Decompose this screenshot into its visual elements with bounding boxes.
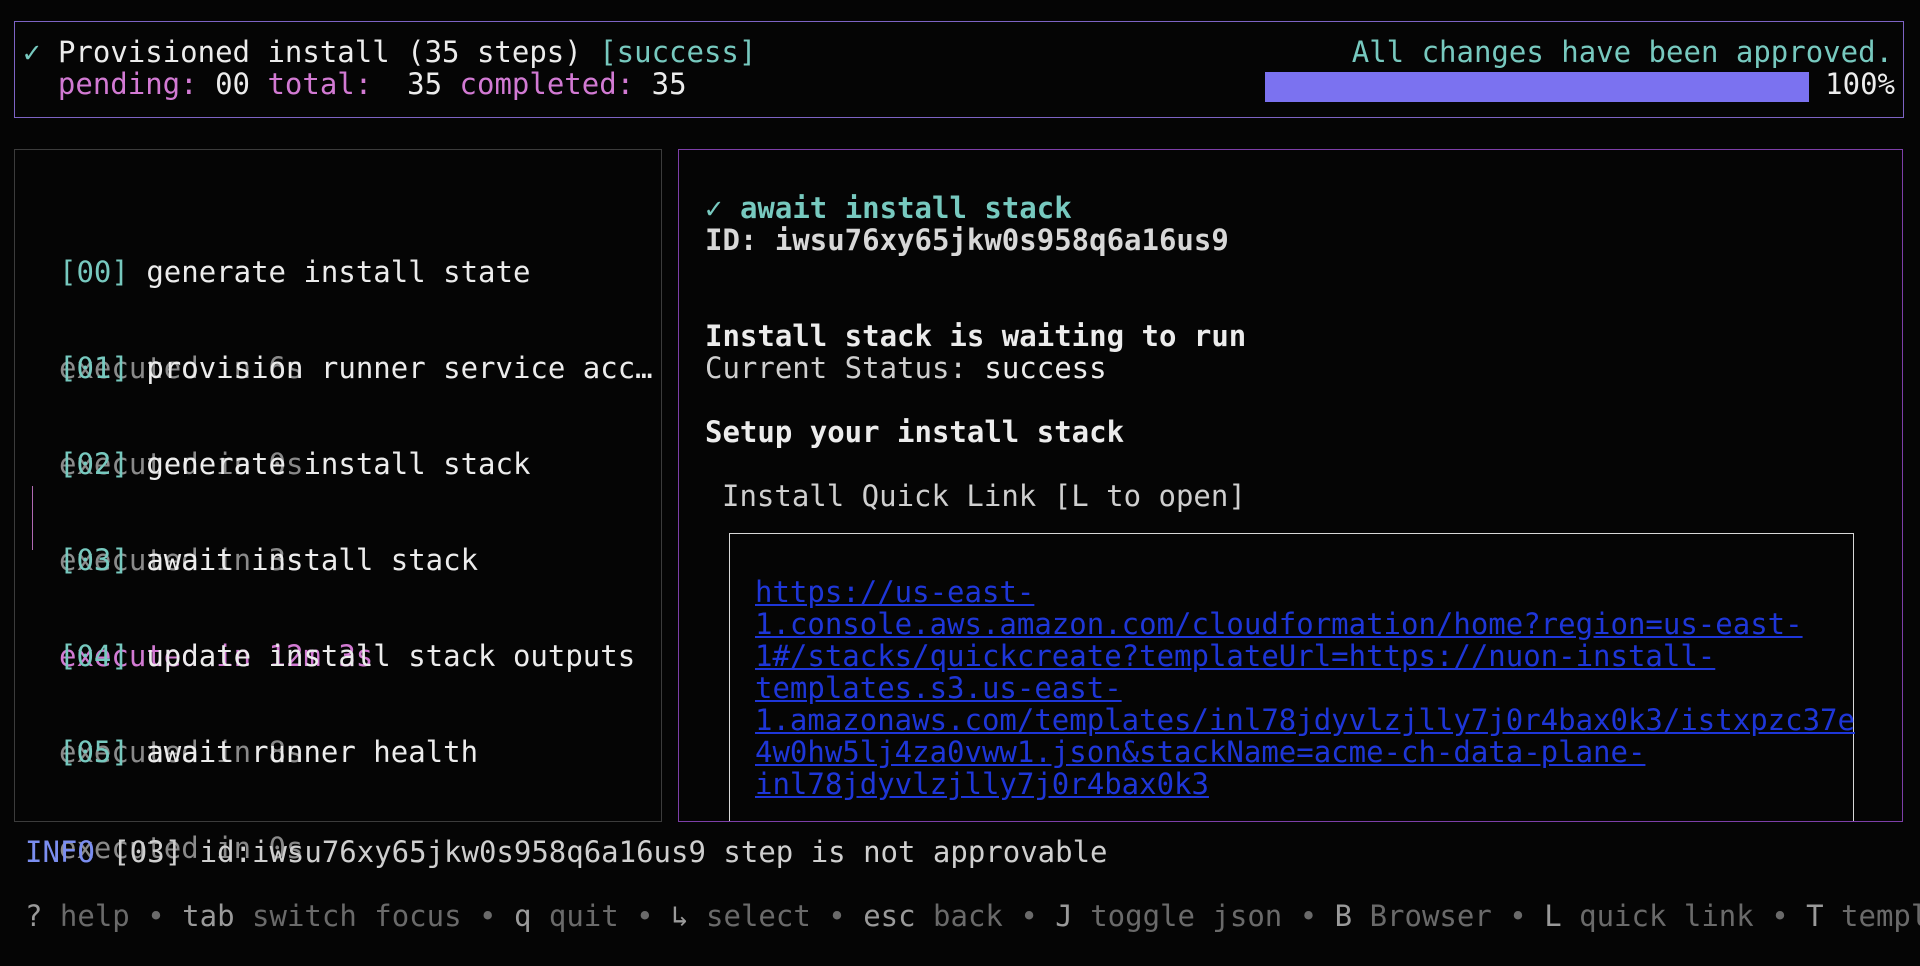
header-title: Provisioned install (35 steps) [57,35,582,69]
header-status: [success] [599,35,757,69]
step-index: [04] [59,639,129,673]
step-index: [03] [59,543,129,577]
success-check-icon: ✓ [705,191,723,225]
success-check-icon: ✓ [23,35,41,69]
help-separator: • [129,899,183,933]
help-label: templ [1823,899,1920,933]
help-key: esc [863,899,916,933]
help-label: select [688,899,811,933]
help-label: switch focus [234,899,462,933]
help-separator: • [461,899,514,933]
total-value: 35 [407,67,443,101]
help-label: back [915,899,1003,933]
log-message: [03] id:iwsu76xy65jkw0s958q6a16us9 step … [112,835,1108,869]
total-label: total: [267,67,373,101]
detail-title: ✓ await install stack [705,191,1072,225]
help-bar: ? help • tab switch focus • q quit • ↳ s… [25,900,1920,932]
quick-link-url[interactable]: https://us-east- 1.console.aws.amazon.co… [755,576,1855,800]
help-label: toggle json [1072,899,1283,933]
help-separator: • [1002,899,1056,933]
steps-panel[interactable]: [00] generate install state executed in … [14,149,662,864]
help-key: ↳ [671,899,689,933]
pending-label: pending: [57,67,198,101]
step-index: [01] [59,351,129,385]
help-separator: • [1753,899,1807,933]
help-label: help [42,899,130,933]
progress-percent: 100% [1825,67,1895,101]
help-separator: • [810,899,864,933]
log-level: INFO [25,835,95,869]
help-key: ? [25,899,43,933]
setup-heading: Setup your install stack [705,415,1125,449]
pending-value: 00 [215,67,250,101]
step-id: ID: iwsu76xy65jkw0s958q6a16us9 [705,223,1229,257]
info-log-line: INFO [03] id:iwsu76xy65jkw0s958q6a16us9 … [25,836,1108,868]
step-title: generate install stack [146,447,531,481]
help-key: B [1334,899,1353,933]
step-title: update install stack outputs [146,639,636,673]
progress-bar-fill [1265,72,1809,102]
help-separator: • [618,899,672,933]
help-separator: • [1282,899,1335,933]
completed-value: 35 [651,67,687,101]
help-key: J [1055,899,1073,933]
step-index: [02] [59,447,129,481]
help-label: quit [531,899,619,933]
approval-message: All changes have been approved. [1351,35,1893,69]
waiting-heading: Install stack is waiting to run [705,319,1247,353]
current-status: Current Status: success [705,351,1107,385]
step-title: await install stack [146,543,479,577]
help-key: L [1544,899,1562,933]
current-status-value: success [984,351,1107,385]
step-index: [00] [59,255,129,289]
step-detail-panel[interactable]: ✓ await install stack ID: iwsu76xy65jkw0… [678,149,1903,822]
help-key: q [513,899,532,933]
help-key: tab [182,899,235,933]
completed-label: completed: [459,67,635,101]
header-title-line: ✓ Provisioned install (35 steps) [succes… [23,36,756,68]
status-header: ✓ Provisioned install (35 steps) [succes… [14,21,1904,118]
header-counts-line: pending: 00 total: 35 completed: 35 [23,68,687,100]
progress-bar [1265,72,1809,102]
step-index: [05] [59,735,129,769]
step-title: await runner health [146,735,479,769]
help-label: quick link [1561,899,1754,933]
quick-link-box: https://us-east- 1.console.aws.amazon.co… [729,533,1855,821]
help-key: T [1806,899,1824,933]
help-label: Browser [1352,899,1492,933]
step-title: provision runner service acc… [146,351,653,385]
step-title: generate install state [146,255,531,289]
quick-link-label: Install Quick Link [L to open] [722,479,1246,513]
help-separator: • [1491,899,1545,933]
step-item[interactable]: [05] await runner health executed in 0s [59,672,478,928]
selection-indicator [32,486,33,550]
